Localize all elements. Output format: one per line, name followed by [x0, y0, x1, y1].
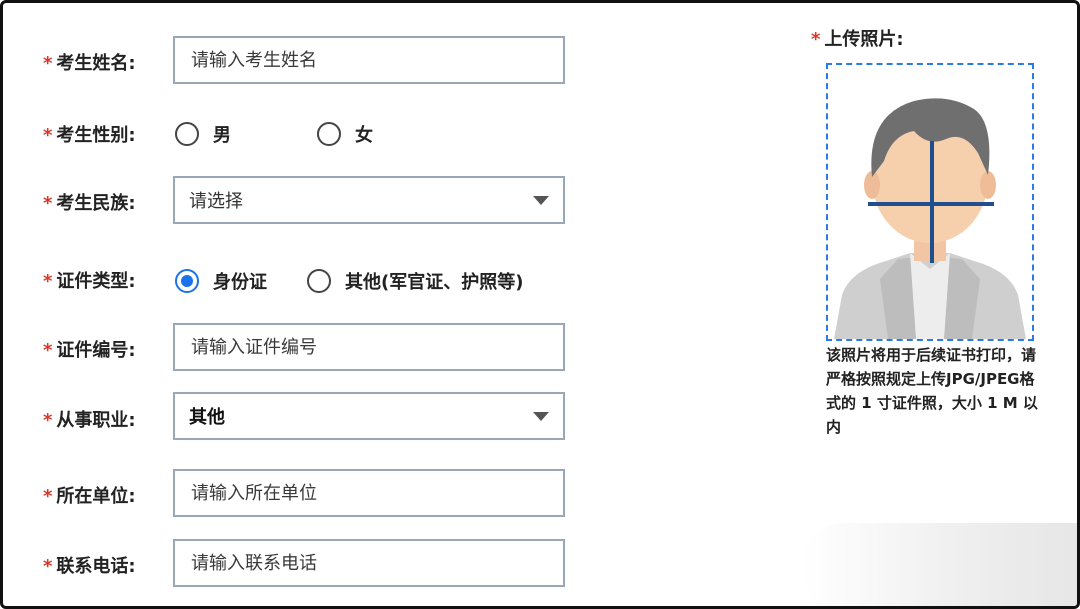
- id-number-input[interactable]: [189, 335, 563, 359]
- required-mark: *: [43, 125, 53, 146]
- id-type-option-label: 其他(军官证、护照等): [345, 272, 524, 293]
- name-field[interactable]: [173, 36, 565, 84]
- gender-label: * 考生性别:: [43, 125, 136, 146]
- registration-form: *考生姓名: *考生性别: 男 女 *考生民族: 请选择 *证件类型: 身份证: [0, 0, 1080, 609]
- workplace-field[interactable]: [173, 469, 565, 517]
- gender-option-male[interactable]: 男: [175, 121, 231, 147]
- id-number-field[interactable]: [173, 323, 565, 371]
- workplace-input[interactable]: [189, 481, 563, 505]
- name-label: * 考生姓名:: [43, 53, 136, 74]
- id-type-option-other[interactable]: 其他(军官证、护照等): [307, 268, 523, 294]
- person-silhouette-icon: [834, 98, 1026, 339]
- id-type-radio-group: 身份证 其他(军官证、护照等): [175, 268, 523, 294]
- radio-idcard[interactable]: [175, 269, 199, 293]
- required-mark: *: [43, 271, 53, 292]
- workplace-label: * 所在单位:: [43, 486, 136, 507]
- required-mark: *: [43, 410, 53, 431]
- required-mark: *: [43, 193, 53, 214]
- photo-upload-note: 该照片将用于后续证书打印，请严格按照规定上传JPG/JPEG格式的 1 寸证件照…: [826, 346, 1038, 436]
- radio-other[interactable]: [307, 269, 331, 293]
- occupation-select[interactable]: 其他: [173, 392, 565, 440]
- required-mark: *: [43, 53, 53, 74]
- phone-label: * 联系电话:: [43, 556, 136, 577]
- required-mark: *: [43, 340, 53, 361]
- gender-radio-group: 男 女: [175, 121, 373, 147]
- gender-option-label: 男: [213, 125, 231, 146]
- ethnicity-select-value: 请选择: [189, 191, 243, 212]
- ethnicity-label: * 考生民族:: [43, 193, 136, 214]
- radio-female[interactable]: [317, 122, 341, 146]
- occupation-label: * 从事职业:: [43, 410, 136, 431]
- photo-upload-area[interactable]: [826, 63, 1034, 341]
- name-input[interactable]: [189, 48, 563, 72]
- required-mark: *: [43, 486, 53, 507]
- occupation-select-value: 其他: [189, 407, 225, 428]
- gender-option-female[interactable]: 女: [317, 121, 373, 147]
- photo-upload-label: * 上传照片:: [811, 29, 904, 50]
- required-mark: *: [811, 29, 821, 50]
- chevron-down-icon[interactable]: [533, 411, 549, 421]
- required-mark: *: [43, 556, 53, 577]
- radio-male[interactable]: [175, 122, 199, 146]
- corner-fade-decoration: [803, 523, 1077, 606]
- phone-field[interactable]: [173, 539, 565, 587]
- id-number-label: * 证件编号:: [43, 340, 136, 361]
- id-type-option-label: 身份证: [213, 272, 267, 293]
- phone-input[interactable]: [189, 551, 563, 575]
- id-type-label: * 证件类型:: [43, 271, 136, 292]
- gender-option-label: 女: [355, 125, 373, 146]
- radio-dot: [181, 275, 193, 287]
- id-type-option-idcard[interactable]: 身份证: [175, 268, 267, 294]
- ethnicity-select[interactable]: 请选择: [173, 176, 565, 224]
- chevron-down-icon[interactable]: [533, 195, 549, 205]
